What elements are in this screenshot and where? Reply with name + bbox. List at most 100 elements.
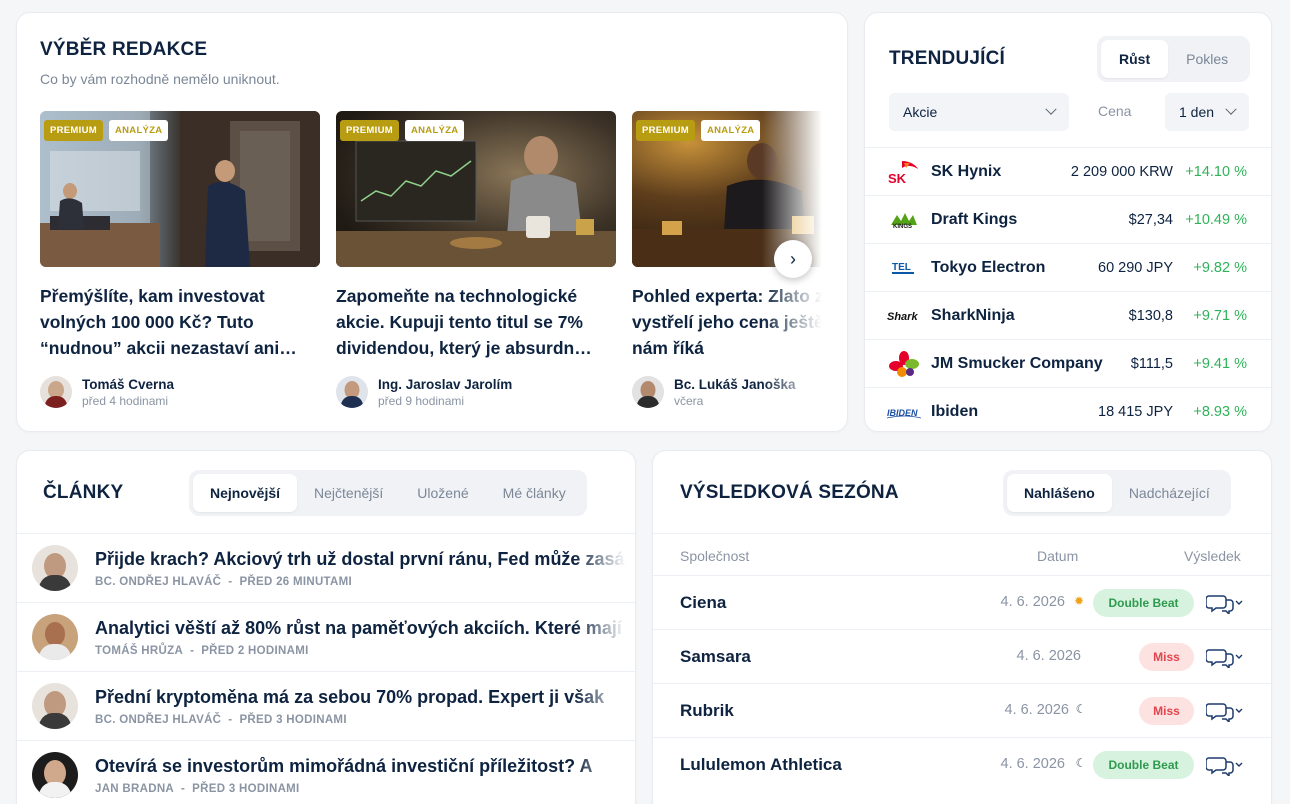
list-item[interactable]: Přední kryptoměna má za sebou 70% propad…: [17, 671, 635, 740]
tab-my-articles[interactable]: Mé články: [486, 474, 583, 512]
article-meta: BC. ONDŘEJ HLAVÁČ - PŘED 3 HODINAMI: [95, 714, 604, 726]
column-company: Společnost: [680, 548, 750, 564]
author-name: TOMÁŠ HRŮZA: [95, 644, 184, 657]
earnings-table: Ciena 4. 6. 2026 ✹ Double Beat Samsara 4…: [653, 575, 1271, 791]
tab-pokles[interactable]: Pokles: [1168, 40, 1246, 78]
articles-list: Přijde krach? Akciový trh už dostal prvn…: [17, 533, 635, 804]
tab-rust[interactable]: Růst: [1101, 40, 1169, 78]
price-change: +9.41 %: [1193, 355, 1247, 372]
meta-separator: -: [190, 644, 195, 657]
published-time: před 4 hodinami: [82, 393, 169, 408]
moon-icon: ☾: [1075, 702, 1087, 716]
price: $130,8: [1128, 307, 1173, 324]
trending-row[interactable]: SK SK Hynix 2 209 000 KRW +14.10 %: [865, 147, 1271, 195]
tokyo-electron-logo: TEL: [887, 255, 921, 281]
text-fade: [575, 741, 635, 804]
analysis-badge: ANALÝZA: [404, 120, 465, 141]
tab-newest[interactable]: Nejnovější: [193, 474, 298, 512]
trending-row[interactable]: JM Smucker Company $111,5 +9.41 %: [865, 339, 1271, 387]
avatar: [32, 683, 78, 729]
trending-row[interactable]: Shark SharkNinja $130,8 +9.71 %: [865, 291, 1271, 339]
price-change: +9.71 %: [1193, 307, 1247, 324]
featured-article-card[interactable]: PREMIUM ANALÝZA Přemýšlíte, kam investov…: [40, 111, 320, 408]
sort-label[interactable]: Cena: [1098, 103, 1131, 119]
article-title[interactable]: Přemýšlíte, kam investovat volných 100 0…: [40, 283, 320, 361]
published-time: PŘED 2 HODINAMI: [201, 644, 309, 657]
author-name: BC. ONDŘEJ HLAVÁČ: [95, 575, 222, 588]
result-badge: Double Beat: [1093, 589, 1194, 617]
earnings-table-header: Společnost Datum Výsledek: [653, 533, 1271, 575]
comments-icon[interactable]: [1206, 592, 1246, 614]
tab-most-read[interactable]: Nejčtenější: [297, 474, 400, 512]
table-row[interactable]: Ciena 4. 6. 2026 ✹ Double Beat: [653, 575, 1271, 629]
article-meta: TOMÁŠ HRŮZA - PŘED 2 HODINAMI: [95, 644, 635, 657]
table-row[interactable]: Rubrik 4. 6. 2026 ☾ Miss: [653, 683, 1271, 737]
asset-type-select[interactable]: Akcie: [889, 93, 1069, 131]
editors-pick-title: VÝBĚR REDAKCE: [40, 39, 208, 60]
chevron-down-icon: [1225, 103, 1237, 115]
text-fade: [575, 534, 635, 602]
trending-row[interactable]: TEL Tokyo Electron 60 290 JPY +9.82 %: [865, 243, 1271, 291]
article-author[interactable]: Tomáš Cverna před 4 hodinami: [40, 376, 320, 408]
table-row[interactable]: Lululemon Athletica 4. 6. 2026 ☾ Double …: [653, 737, 1271, 791]
price: 2 209 000 KRW: [1070, 163, 1173, 180]
avatar: [32, 545, 78, 591]
text-fade: [575, 672, 635, 740]
svg-text:TEL: TEL: [892, 262, 911, 273]
meta-separator: -: [228, 713, 233, 726]
report-date: 4. 6. 2026: [1000, 756, 1066, 772]
avatar: [32, 752, 78, 798]
asset-type-value: Akcie: [903, 104, 938, 120]
article-title[interactable]: Analytici věští až 80% růst na paměťovýc…: [95, 618, 635, 639]
analysis-badge: ANALÝZA: [700, 120, 761, 141]
report-date: 4. 6. 2026: [1004, 702, 1070, 718]
company-name: Lululemon Athletica: [680, 755, 842, 774]
premium-badge: PREMIUM: [340, 120, 399, 141]
sharkninja-logo: Shark: [887, 303, 921, 329]
featured-article-card[interactable]: PREMIUM ANALÝZA Zapomeňte na technologic…: [336, 111, 616, 408]
published-time: PŘED 26 MINUTAMI: [239, 575, 353, 588]
carousel-next-button[interactable]: ›: [774, 240, 812, 278]
article-thumbnail[interactable]: PREMIUM ANALÝZA: [336, 111, 616, 267]
author-name: BC. ONDŘEJ HLAVÁČ: [95, 713, 222, 726]
tab-upcoming[interactable]: Nadcházející: [1112, 474, 1227, 512]
editors-pick-carousel: PREMIUM ANALÝZA Přemýšlíte, kam investov…: [40, 111, 822, 421]
list-item[interactable]: Otevírá se investorům mimořádná investič…: [17, 740, 635, 804]
list-item[interactable]: Analytici věští až 80% růst na paměťovýc…: [17, 602, 635, 671]
tab-saved[interactable]: Uložené: [400, 474, 485, 512]
published-time: PŘED 3 HODINAMI: [192, 782, 300, 795]
author-name: Tomáš Cverna: [82, 376, 175, 392]
list-item[interactable]: Přijde krach? Akciový trh už dostal prvn…: [17, 533, 635, 602]
article-title[interactable]: Přední kryptoměna má za sebou 70% propad…: [95, 687, 604, 708]
article-title[interactable]: Zapomeňte na technologické akcie. Kupuji…: [336, 283, 616, 361]
report-date: 4. 6. 2026: [1000, 594, 1066, 610]
company-name: SharkNinja: [931, 306, 1015, 324]
editors-pick-card: VÝBĚR REDAKCE Co by vám rozhodně nemělo …: [16, 12, 848, 432]
chevron-right-icon: ›: [790, 248, 796, 269]
company-name: Ciena: [680, 593, 727, 612]
comments-icon[interactable]: [1206, 754, 1246, 776]
result-badge: Double Beat: [1093, 751, 1194, 779]
price-change: +14.10 %: [1185, 163, 1247, 180]
period-select[interactable]: 1 den: [1165, 93, 1249, 131]
trending-row[interactable]: KINGS Draft Kings $27,34 +10.49 %: [865, 195, 1271, 243]
published-time: před 9 hodinami: [378, 393, 465, 408]
trend-direction-toggle: Růst Pokles: [1097, 36, 1251, 82]
articles-tabs: Nejnovější Nejčtenější Uložené Mé články: [189, 470, 587, 516]
svg-text:SK: SK: [888, 171, 907, 185]
sk-hynix-logo: SK: [887, 159, 921, 185]
comments-icon[interactable]: [1206, 700, 1246, 722]
article-thumbnail[interactable]: PREMIUM ANALÝZA: [40, 111, 320, 267]
avatar: [32, 614, 78, 660]
comments-icon[interactable]: [1206, 646, 1246, 668]
trending-row[interactable]: IBIDEN Ibiden 18 415 JPY +8.93 %: [865, 387, 1271, 431]
article-title[interactable]: Přijde krach? Akciový trh už dostal prvn…: [95, 549, 635, 570]
avatar: [40, 376, 72, 408]
table-row[interactable]: Samsara 4. 6. 2026 Miss: [653, 629, 1271, 683]
article-author[interactable]: Ing. Jaroslav Jarolím před 9 hodinami: [336, 376, 616, 408]
price: 18 415 JPY: [1098, 403, 1173, 420]
company-name: Rubrik: [680, 701, 734, 720]
tab-reported[interactable]: Nahlášeno: [1007, 474, 1112, 512]
article-title[interactable]: Otevírá se investorům mimořádná investič…: [95, 756, 592, 777]
premium-badge: PREMIUM: [44, 120, 103, 141]
